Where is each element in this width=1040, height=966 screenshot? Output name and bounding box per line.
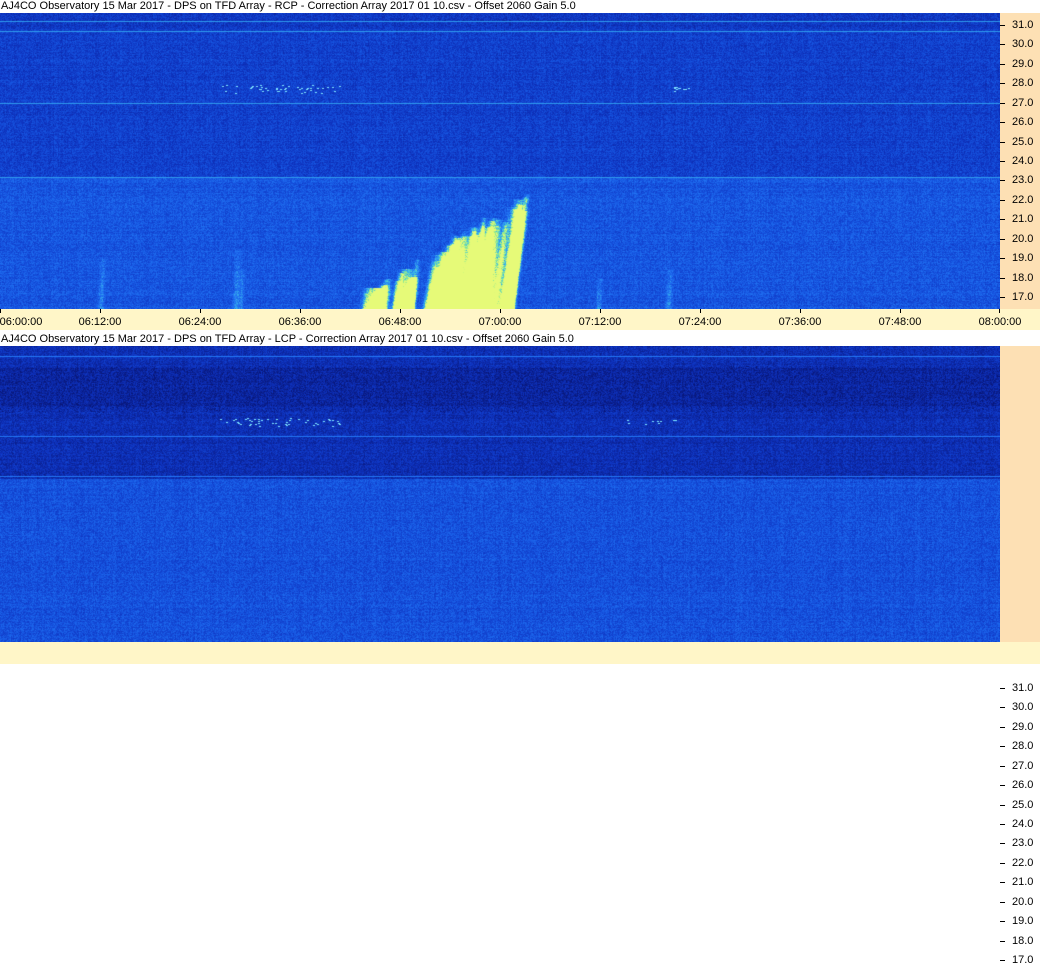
lcp-panel: AJ4CO Observatory 15 Mar 2017 - DPS on T… [0, 330, 1040, 966]
frequency-tick [1000, 200, 1005, 201]
frequency-tick [1000, 863, 1005, 864]
frequency-tick-label: 21.0 [1012, 876, 1034, 888]
frequency-tick-label: 26.0 [1012, 116, 1034, 128]
time-tick-label: 07:36:00 [778, 316, 822, 328]
time-tick [600, 309, 601, 313]
time-tick [0, 309, 1, 313]
lcp-frequency-axis [1000, 346, 1040, 642]
frequency-tick-label: 30.0 [1012, 701, 1034, 713]
frequency-tick-label: 25.0 [1012, 799, 1034, 811]
time-tick [200, 309, 201, 313]
bottom-time-axis-strip [0, 642, 1040, 664]
frequency-tick [1000, 785, 1005, 786]
time-tick-label: 06:48:00 [378, 316, 422, 328]
frequency-tick-label: 30.0 [1012, 38, 1034, 50]
time-tick [999, 309, 1000, 313]
rcp-panel: AJ4CO Observatory 15 Mar 2017 - DPS on T… [0, 0, 1040, 330]
time-tick-label: 07:12:00 [578, 316, 622, 328]
frequency-tick-label: 21.0 [1012, 213, 1034, 225]
frequency-tick [1000, 921, 1005, 922]
frequency-tick [1000, 219, 1005, 220]
time-tick-label: 08:00:00 [978, 316, 1022, 328]
frequency-tick [1000, 64, 1005, 65]
frequency-tick [1000, 44, 1005, 45]
rcp-spectrogram [0, 13, 1000, 309]
frequency-tick [1000, 805, 1005, 806]
frequency-tick [1000, 278, 1005, 279]
time-tick [900, 309, 901, 313]
frequency-tick [1000, 688, 1005, 689]
frequency-tick-label: 18.0 [1012, 935, 1034, 947]
frequency-tick-label: 17.0 [1012, 291, 1034, 303]
frequency-tick-label: 29.0 [1012, 721, 1034, 733]
frequency-tick [1000, 122, 1005, 123]
time-tick [800, 309, 801, 313]
frequency-tick [1000, 707, 1005, 708]
frequency-tick-label: 28.0 [1012, 740, 1034, 752]
frequency-tick-label: 22.0 [1012, 194, 1034, 206]
frequency-tick-label: 23.0 [1012, 174, 1034, 186]
lcp-panel-title: AJ4CO Observatory 15 Mar 2017 - DPS on T… [0, 333, 1040, 346]
frequency-tick-label: 27.0 [1012, 97, 1034, 109]
frequency-tick [1000, 882, 1005, 883]
frequency-tick [1000, 843, 1005, 844]
frequency-tick [1000, 746, 1005, 747]
frequency-tick-label: 28.0 [1012, 77, 1034, 89]
frequency-tick [1000, 103, 1005, 104]
frequency-tick-label: 20.0 [1012, 896, 1034, 908]
time-tick [300, 309, 301, 313]
time-tick-label: 06:24:00 [178, 316, 222, 328]
time-tick-label: 06:12:00 [78, 316, 122, 328]
time-tick [100, 309, 101, 313]
time-tick-label: 07:24:00 [678, 316, 722, 328]
frequency-tick-label: 18.0 [1012, 272, 1034, 284]
frequency-tick [1000, 727, 1005, 728]
frequency-tick-label: 17.0 [1012, 954, 1034, 966]
frequency-tick [1000, 297, 1005, 298]
frequency-tick [1000, 161, 1005, 162]
frequency-tick-label: 20.0 [1012, 233, 1034, 245]
time-tick-label: 06:00:00 [0, 316, 43, 328]
time-tick-label: 06:36:00 [278, 316, 322, 328]
frequency-tick-label: 31.0 [1012, 19, 1034, 31]
frequency-tick-label: 27.0 [1012, 760, 1034, 772]
lcp-spectrogram-canvas [0, 346, 1000, 642]
frequency-tick-label: 19.0 [1012, 252, 1034, 264]
frequency-tick [1000, 25, 1005, 26]
frequency-tick-label: 23.0 [1012, 837, 1034, 849]
frequency-tick-label: 24.0 [1012, 155, 1034, 167]
frequency-tick-label: 25.0 [1012, 136, 1034, 148]
time-tick [500, 309, 501, 313]
frequency-tick-label: 22.0 [1012, 857, 1034, 869]
frequency-tick [1000, 83, 1005, 84]
frequency-tick-label: 29.0 [1012, 58, 1034, 70]
rcp-panel-title: AJ4CO Observatory 15 Mar 2017 - DPS on T… [0, 0, 1040, 13]
time-tick [700, 309, 701, 313]
frequency-tick [1000, 824, 1005, 825]
frequency-tick [1000, 258, 1005, 259]
frequency-tick-label: 19.0 [1012, 915, 1034, 927]
rcp-spectrogram-canvas [0, 13, 1000, 309]
frequency-tick [1000, 902, 1005, 903]
frequency-tick [1000, 180, 1005, 181]
time-tick-label: 07:48:00 [878, 316, 922, 328]
frequency-tick-label: 26.0 [1012, 779, 1034, 791]
time-tick [400, 309, 401, 313]
frequency-tick [1000, 239, 1005, 240]
frequency-tick [1000, 766, 1005, 767]
frequency-tick-label: 31.0 [1012, 682, 1034, 694]
time-tick-label: 07:00:00 [478, 316, 522, 328]
frequency-tick-label: 24.0 [1012, 818, 1034, 830]
frequency-tick [1000, 142, 1005, 143]
frequency-tick [1000, 941, 1005, 942]
lcp-spectrogram [0, 346, 1000, 642]
frequency-tick [1000, 960, 1005, 961]
